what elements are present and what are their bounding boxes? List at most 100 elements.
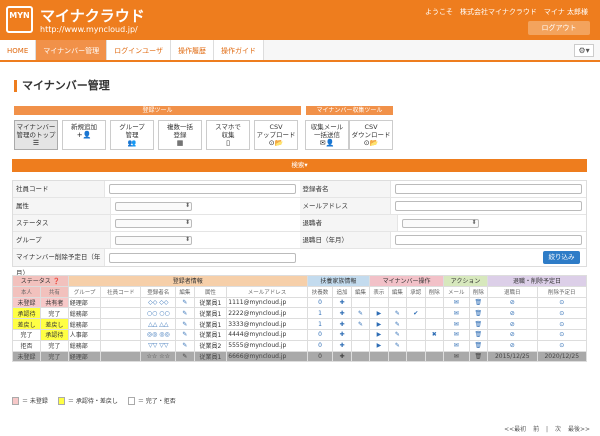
delete-mynumber-icon[interactable] <box>424 339 444 352</box>
retire-date-cell[interactable]: 2015/12/25 <box>487 350 538 363</box>
approve-icon[interactable]: ✔ <box>406 307 426 320</box>
edit-mynumber-icon[interactable] <box>387 350 408 363</box>
filter-button[interactable]: 絞り込み <box>543 251 580 264</box>
pager-next[interactable]: 次 <box>555 426 561 433</box>
col-email[interactable]: メールアドレス <box>226 285 308 298</box>
add-dependent-icon[interactable]: ✚ <box>332 318 352 330</box>
col-share[interactable]: 共有 <box>39 285 69 298</box>
mail-icon[interactable]: ✉ <box>442 318 470 330</box>
retire-date-input[interactable] <box>395 235 582 245</box>
show-icon[interactable] <box>369 350 389 363</box>
col-delete-date[interactable]: 削除予定日 <box>536 285 587 298</box>
edit-icon[interactable]: ✎ <box>175 307 195 320</box>
pager-last[interactable]: 最後>> <box>568 426 590 433</box>
logout-button[interactable]: ログアウト <box>528 21 590 35</box>
delete-mynumber-icon[interactable]: ✖ <box>424 328 444 341</box>
mail-icon[interactable]: ✉ <box>442 296 470 309</box>
edit-icon[interactable]: ✎ <box>175 328 195 341</box>
pager-prev[interactable]: 前 <box>533 426 539 433</box>
retire-date-cell[interactable]: ⊘ <box>487 307 538 320</box>
add-new-button[interactable]: 新規追加 +👤 <box>62 120 106 150</box>
csv-download-button[interactable]: CSV ダウンロード ⊙📂 <box>349 120 393 150</box>
add-dependent-icon[interactable]: ✚ <box>332 350 352 363</box>
help-icon[interactable]: ❓ <box>53 278 60 285</box>
tab-home[interactable]: HOME <box>0 40 37 60</box>
show-icon[interactable] <box>369 296 389 309</box>
show-icon[interactable]: ▶ <box>369 339 389 352</box>
edit-dependent-icon[interactable] <box>350 350 371 363</box>
col-self[interactable]: 本人 <box>12 285 41 298</box>
trash-icon[interactable]: 🗑 <box>468 307 489 320</box>
edit-mynumber-icon[interactable]: ✎ <box>387 328 408 341</box>
trash-icon[interactable]: 🗑 <box>468 328 489 341</box>
group-select[interactable] <box>115 235 192 245</box>
delete-mynumber-icon[interactable] <box>424 296 444 309</box>
mail-icon[interactable]: ✉ <box>442 328 470 341</box>
mail-icon[interactable]: ✉ <box>442 350 470 363</box>
approve-icon[interactable] <box>406 296 426 309</box>
bulk-mail-button[interactable]: 収集メール 一括送信 ✉👤 <box>305 120 349 150</box>
edit-icon[interactable]: ✎ <box>175 296 195 309</box>
tab-mynumber[interactable]: マイナンバー管理 <box>36 40 108 60</box>
approve-icon[interactable] <box>406 350 426 363</box>
smartphone-collect-button[interactable]: スマホで 収集 ▯ <box>206 120 250 150</box>
approve-icon[interactable] <box>406 318 426 330</box>
trash-icon[interactable]: 🗑 <box>468 318 489 330</box>
show-icon[interactable]: ▶ <box>369 328 389 341</box>
approve-icon[interactable] <box>406 339 426 352</box>
edit-dependent-icon[interactable] <box>350 328 371 341</box>
edit-icon[interactable]: ✎ <box>175 318 195 330</box>
edit-mynumber-icon[interactable]: ✎ <box>387 318 408 330</box>
trash-icon[interactable]: 🗑 <box>468 350 489 363</box>
tab-guide[interactable]: 操作ガイド <box>214 40 264 60</box>
delete-date-cell[interactable]: ⊙ <box>536 318 587 330</box>
tab-history[interactable]: 操作履歴 <box>171 40 214 60</box>
group-manage-button[interactable]: グループ 管理 👥 <box>110 120 154 150</box>
edit-icon[interactable]: ✎ <box>175 339 195 352</box>
mail-icon[interactable]: ✉ <box>442 307 470 320</box>
status-select[interactable] <box>115 218 192 228</box>
delete-mynumber-icon[interactable] <box>424 307 444 320</box>
bulk-register-button[interactable]: 複数一括 登録 ▦ <box>158 120 202 150</box>
col-code[interactable]: 社員コード <box>100 285 142 298</box>
retire-date-cell[interactable]: ⊘ <box>487 296 538 309</box>
search-toggle-bar[interactable]: 検索▾ <box>12 159 587 172</box>
show-icon[interactable]: ▶ <box>369 307 389 320</box>
trash-icon[interactable]: 🗑 <box>468 296 489 309</box>
edit-dependent-icon[interactable]: ✎ <box>350 318 371 330</box>
retired-select[interactable] <box>401 218 479 228</box>
edit-dependent-icon[interactable] <box>350 339 371 352</box>
edit-dependent-icon[interactable] <box>350 296 371 309</box>
delete-date-cell[interactable]: ⊙ <box>536 296 587 309</box>
gear-icon[interactable]: ⚙▾ <box>574 44 594 57</box>
trash-icon[interactable]: 🗑 <box>468 339 489 352</box>
delete-mynumber-icon[interactable] <box>424 318 444 330</box>
edit-dependent-icon[interactable]: ✎ <box>350 307 371 320</box>
col-name[interactable]: 登録者名 <box>140 285 177 298</box>
edit-icon[interactable]: ✎ <box>175 350 195 363</box>
col-retire-date[interactable]: 退職日 <box>487 285 538 298</box>
col-group[interactable]: グループ <box>67 285 102 298</box>
add-dependent-icon[interactable]: ✚ <box>332 339 352 352</box>
delete-date-cell[interactable]: ⊙ <box>536 307 587 320</box>
edit-mynumber-icon[interactable]: ✎ <box>387 339 408 352</box>
retire-date-cell[interactable]: ⊘ <box>487 339 538 352</box>
mynumber-top-button[interactable]: マイナンバー 管理のトップ ☰ <box>14 120 58 150</box>
delete-date-input[interactable] <box>108 252 296 263</box>
show-icon[interactable]: ▶ <box>369 318 389 330</box>
add-dependent-icon[interactable]: ✚ <box>332 328 352 341</box>
retire-date-cell[interactable]: ⊘ <box>487 318 538 330</box>
email-input[interactable] <box>395 201 582 211</box>
csv-upload-button[interactable]: CSV アップロード ⊙📂 <box>254 120 298 150</box>
employee-code-input[interactable] <box>108 184 296 194</box>
delete-date-cell[interactable]: ⊙ <box>536 328 587 341</box>
edit-mynumber-icon[interactable]: ✎ <box>387 307 408 320</box>
approve-icon[interactable] <box>406 328 426 341</box>
pager-first[interactable]: <<最初 <box>504 426 526 433</box>
employee-name-input[interactable] <box>395 184 582 194</box>
mail-icon[interactable]: ✉ <box>442 339 470 352</box>
delete-date-cell[interactable]: 2020/12/25 <box>536 350 587 363</box>
attribute-select[interactable] <box>115 201 192 211</box>
add-dependent-icon[interactable]: ✚ <box>332 296 352 309</box>
delete-date-cell[interactable]: ⊙ <box>536 339 587 352</box>
